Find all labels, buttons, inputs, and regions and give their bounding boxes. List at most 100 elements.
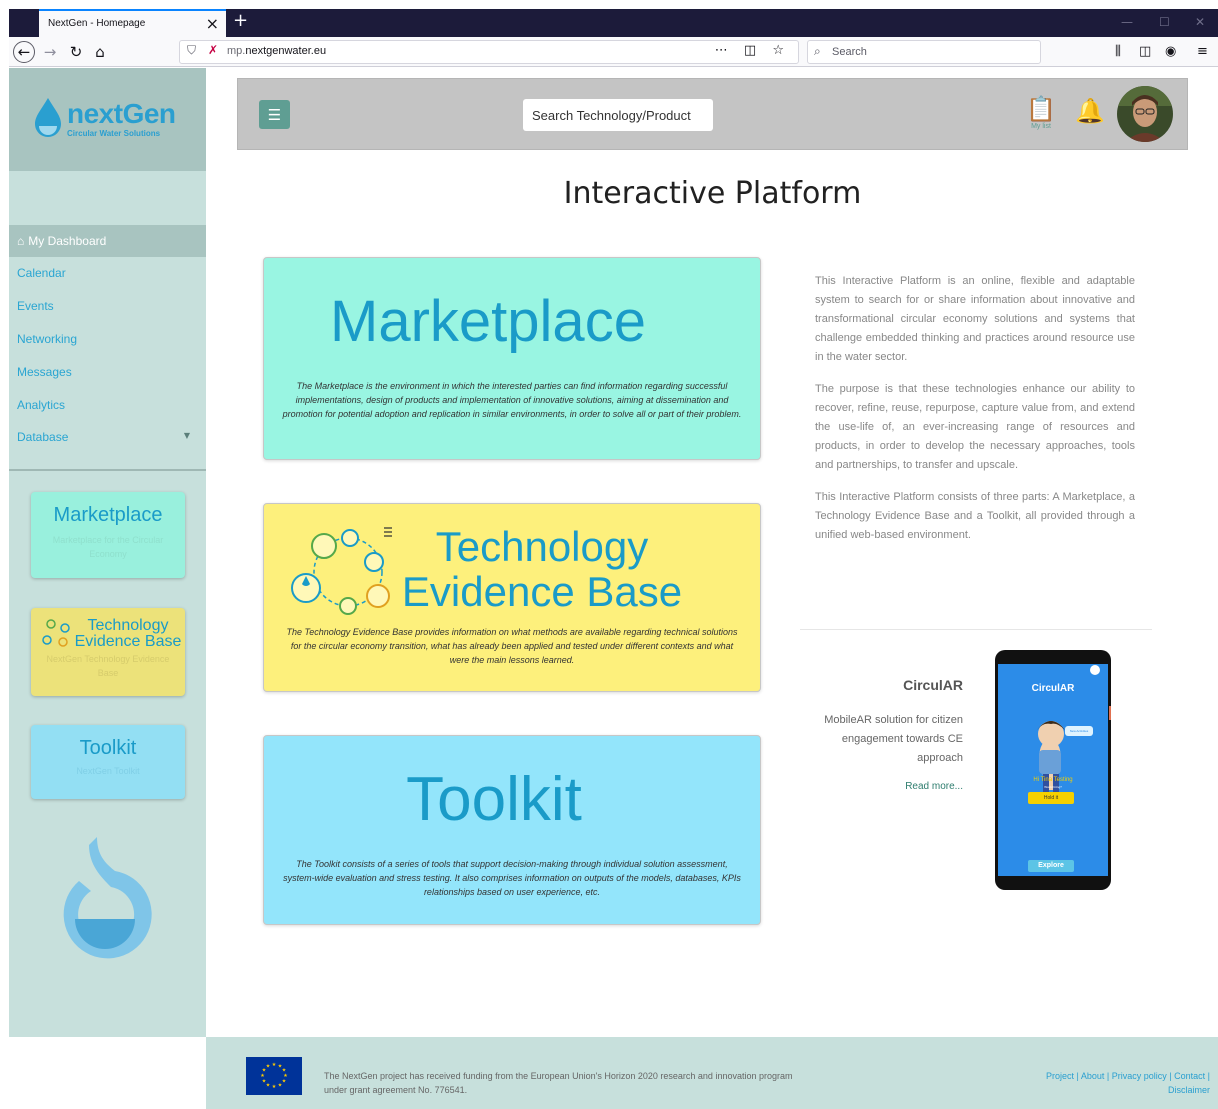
circular-economy-graphic-icon [291, 527, 392, 615]
account-icon[interactable]: ◉ [1165, 44, 1176, 59]
svg-text:★: ★ [278, 1083, 283, 1089]
footer-links: Project | About | Privacy policy | Conta… [1046, 1071, 1210, 1095]
my-list-label: My list [1031, 123, 1051, 130]
marketplace-card[interactable]: Marketplace The Marketplace is the envir… [263, 257, 761, 460]
footer-link-privacy[interactable]: Privacy policy [1112, 1071, 1167, 1081]
footer-link-project[interactable]: Project [1046, 1071, 1074, 1081]
sidebar-card-subtitle: Marketplace for the Circular Economy [52, 535, 164, 559]
svg-text:★: ★ [260, 1073, 265, 1079]
screen: NextGen - Homepage × + — ☐ ✕ ← → ↻ ⌂ ⛉ ✗… [0, 0, 1218, 1109]
close-icon[interactable]: × [206, 14, 219, 33]
footer-link-disclaimer[interactable]: Disclaimer [1168, 1085, 1210, 1095]
sidebar-card-marketplace[interactable]: Marketplace Marketplace for the Circular… [31, 492, 185, 578]
new-tab-icon[interactable]: + [233, 10, 248, 31]
shield-icon[interactable]: ⛉ [187, 43, 196, 58]
circular-title: CirculAR [903, 677, 963, 693]
evidence-graphic-icon [42, 619, 70, 647]
browser-navbar: ← → ↻ ⌂ ⛉ ✗ mp.nextgenwater.eu ⋯ ◫ ☆ ⌕ S… [9, 37, 1218, 67]
user-photo-icon [1117, 86, 1173, 142]
sidebar-item-label: Messages [17, 365, 72, 379]
logo-word: nextGen [67, 98, 176, 129]
page-title: Interactive Platform [563, 176, 862, 211]
sidebar-card-title: Marketplace [53, 504, 163, 526]
sidebar-card-subtitle: NextGen Technology Evidence Base [46, 654, 170, 678]
svg-text:★: ★ [272, 1062, 277, 1068]
browser-tab[interactable]: NextGen - Homepage × [39, 9, 226, 37]
sidebar-item-database[interactable]: Database ▼ [9, 421, 206, 453]
maximize-icon[interactable]: ☐ [1159, 15, 1170, 29]
evidence-base-card-title: Technology Evidence Base [401, 523, 683, 615]
bell-icon[interactable]: 🔔 [1075, 97, 1105, 125]
water-drop-icon [35, 98, 61, 137]
sidebar-item-label: Networking [17, 332, 78, 346]
url-text[interactable]: mp.nextgenwater.eu [227, 45, 326, 57]
sidebar-card-subtitle: NextGen Toolkit [76, 766, 140, 776]
sidebar-item-label: Events [17, 299, 54, 313]
toolkit-card[interactable]: Toolkit The Toolkit consists of a series… [263, 735, 761, 925]
marketplace-card-title: Marketplace [330, 289, 646, 354]
sidebar-item-dashboard[interactable]: ⌂ My Dashboard [9, 225, 206, 257]
about-paragraph: This Interactive Platform is an online, … [815, 275, 1135, 363]
sidebar-item-label: My Dashboard [28, 234, 107, 248]
circular-description: MobileAR solution for citizen engagement… [824, 714, 963, 764]
evidence-base-card[interactable]: Technology Evidence Base The Technology … [263, 503, 761, 692]
forward-arrow-icon[interactable]: → [39, 41, 61, 63]
sidebar-item-analytics[interactable]: Analytics [9, 389, 206, 421]
reload-icon[interactable]: ↻ [65, 41, 87, 63]
home-icon: ⌂ [17, 234, 25, 248]
list-icon: ☰ [267, 105, 282, 124]
menu-icon[interactable]: ≡ [1197, 44, 1208, 59]
footer-link-about[interactable]: About [1081, 1071, 1105, 1081]
insecure-lock-icon[interactable]: ✗ [208, 43, 218, 57]
sidebar-card-title: Toolkit [79, 737, 137, 759]
minimize-icon[interactable]: — [1121, 15, 1133, 29]
sidebar-divider [9, 469, 206, 471]
footer-link-contact[interactable]: Contact [1174, 1071, 1205, 1081]
my-list-button[interactable]: 📋 My list [1026, 96, 1056, 130]
sidebar-item-networking[interactable]: Networking [9, 323, 206, 355]
about-paragraph: The purpose is that these technologies e… [815, 383, 1135, 471]
caret-down-icon: ▼ [183, 431, 190, 440]
search-icon: ⌕ [814, 44, 821, 58]
sidebar-item-label: Analytics [17, 398, 66, 412]
toolkit-card-description: The Toolkit consists of a series of tool… [283, 859, 741, 897]
library-icon[interactable]: ⫼ [1115, 44, 1121, 59]
evidence-base-card-description: The Technology Evidence Base provides in… [286, 627, 738, 665]
svg-text:★: ★ [262, 1079, 267, 1085]
avatar[interactable] [1117, 86, 1173, 142]
browser-search-bar[interactable]: ⌕ Search [807, 40, 1041, 64]
top-header: ☰ 📋 My list 🔔 [237, 78, 1188, 150]
eu-flag-icon: ★ ★★ ★★★ ★★★ ★★★ [246, 1057, 302, 1095]
section-divider [800, 629, 1152, 630]
water-drop-logo-icon [63, 837, 152, 959]
page-actions-icon[interactable]: ⋯ ◫ ☆ [715, 43, 790, 58]
circular-app-phone[interactable]: CirculAR New Activities Hi Tina Testing … [995, 650, 1112, 890]
sidebar-item-calendar[interactable]: Calendar [9, 257, 206, 289]
logo[interactable]: nextGen Circular Water Solutions [9, 68, 206, 171]
clipboard-list-icon: 📋 [1026, 95, 1056, 123]
sidebar-toggle-icon[interactable]: ◫ [1139, 44, 1151, 59]
logo-tagline: Circular Water Solutions [67, 129, 161, 138]
back-arrow-icon[interactable]: ← [13, 41, 35, 63]
footer: ★ ★ ★ ★ ★ ★ ★ ★ ★ ★ ★ ★ The NextGen project has … [206, 1037, 1218, 1109]
menu-toggle-button[interactable]: ☰ [259, 100, 290, 129]
sidebar-item-label: Database [17, 430, 69, 444]
svg-text:★: ★ [266, 1083, 271, 1089]
sidebar-card-toolkit[interactable]: Toolkit NextGen Toolkit [31, 725, 185, 799]
sidebar-item-messages[interactable]: Messages [9, 356, 206, 388]
browser-search-placeholder: Search [832, 46, 867, 58]
phone-bubble: New Activities [1069, 729, 1089, 733]
read-more-link[interactable]: Read more... [808, 781, 963, 792]
search-input[interactable] [523, 99, 713, 131]
url-bar[interactable]: ⛉ ✗ mp.nextgenwater.eu ⋯ ◫ ☆ [179, 40, 799, 64]
home-icon[interactable]: ⌂ [89, 41, 111, 63]
phone-app-title: CirculAR [1031, 683, 1075, 694]
sidebar-item-events[interactable]: Events [9, 290, 206, 322]
window-close-icon[interactable]: ✕ [1195, 15, 1205, 29]
sidebar-card-evidence-base[interactable]: Technology Evidence Base NextGen Technol… [31, 608, 185, 696]
phone-button: Hold it [1043, 795, 1059, 801]
phone-question: Would bring? [1044, 785, 1062, 789]
platform-description: This Interactive Platform is an online, … [815, 272, 1135, 558]
funding-text: The NextGen project has received funding… [324, 1071, 793, 1095]
svg-text:★: ★ [266, 1064, 271, 1070]
